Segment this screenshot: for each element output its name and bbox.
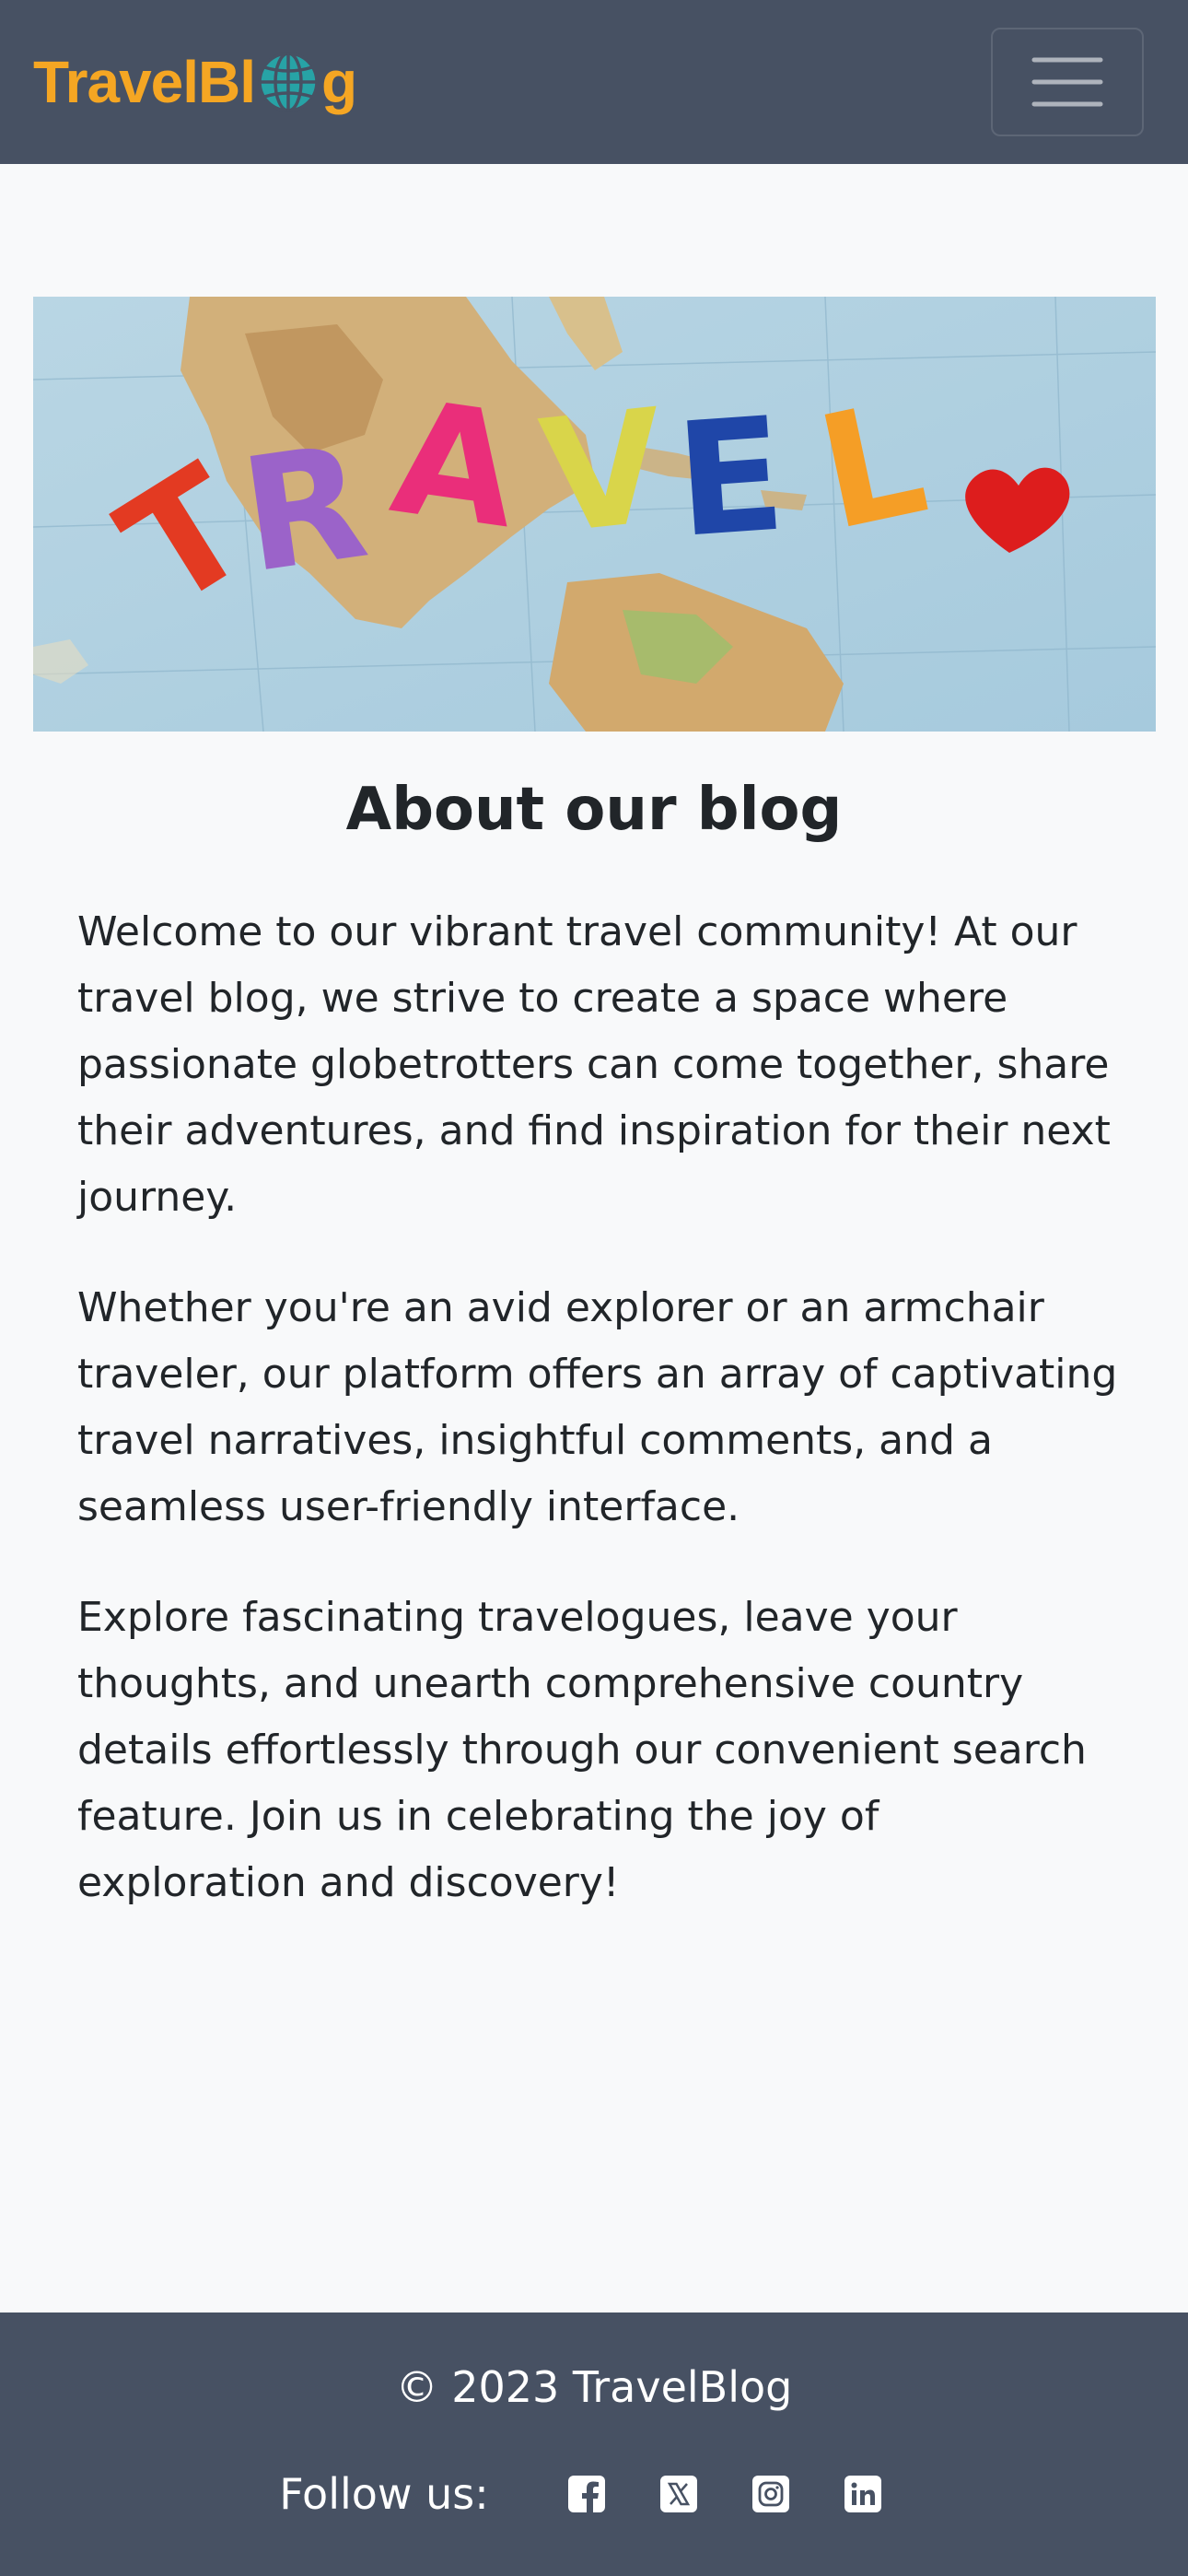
about-paragraph-3: Explore fascinating travelogues, leave y… (77, 1594, 1087, 1906)
globe-icon (258, 52, 319, 112)
svg-text:E: E (670, 383, 790, 573)
hero-image: T R A V E L (33, 297, 1156, 732)
brand-logo[interactable]: TravelBl g (33, 48, 357, 116)
about-paragraph-2: Whether you're an avid explorer or an ar… (77, 1284, 1118, 1530)
social-links: Follow us: (0, 2469, 1188, 2519)
x-twitter-icon (659, 2476, 697, 2512)
navbar: TravelBl g (0, 0, 1188, 164)
copyright-text: © 2023 TravelBlog (395, 2362, 793, 2412)
linkedin-link[interactable] (843, 2474, 883, 2514)
about-paragraph-1: Welcome to our vibrant travel community!… (77, 908, 1111, 1221)
svg-text:A: A (382, 367, 528, 564)
hamburger-menu-icon (1031, 57, 1103, 107)
instagram-link[interactable] (751, 2474, 791, 2514)
follow-label: Follow us: (279, 2469, 489, 2519)
linkedin-icon (844, 2476, 881, 2512)
brand-text-suffix: g (321, 49, 357, 115)
menu-toggle-button[interactable] (991, 28, 1144, 136)
facebook-link[interactable] (566, 2474, 607, 2514)
page-title: About our blog (345, 776, 843, 844)
x-twitter-link[interactable] (658, 2474, 699, 2514)
footer: © 2023 TravelBlog Follow us: (0, 2313, 1188, 2576)
svg-text:R: R (232, 411, 377, 608)
about-content: Welcome to our vibrant travel community!… (77, 899, 1118, 1961)
facebook-icon (567, 2476, 605, 2512)
brand-text-prefix: TravelBl (33, 49, 256, 115)
travel-map-illustration: T R A V E L (33, 297, 1156, 732)
svg-text:V: V (533, 376, 673, 570)
instagram-icon (751, 2476, 789, 2512)
